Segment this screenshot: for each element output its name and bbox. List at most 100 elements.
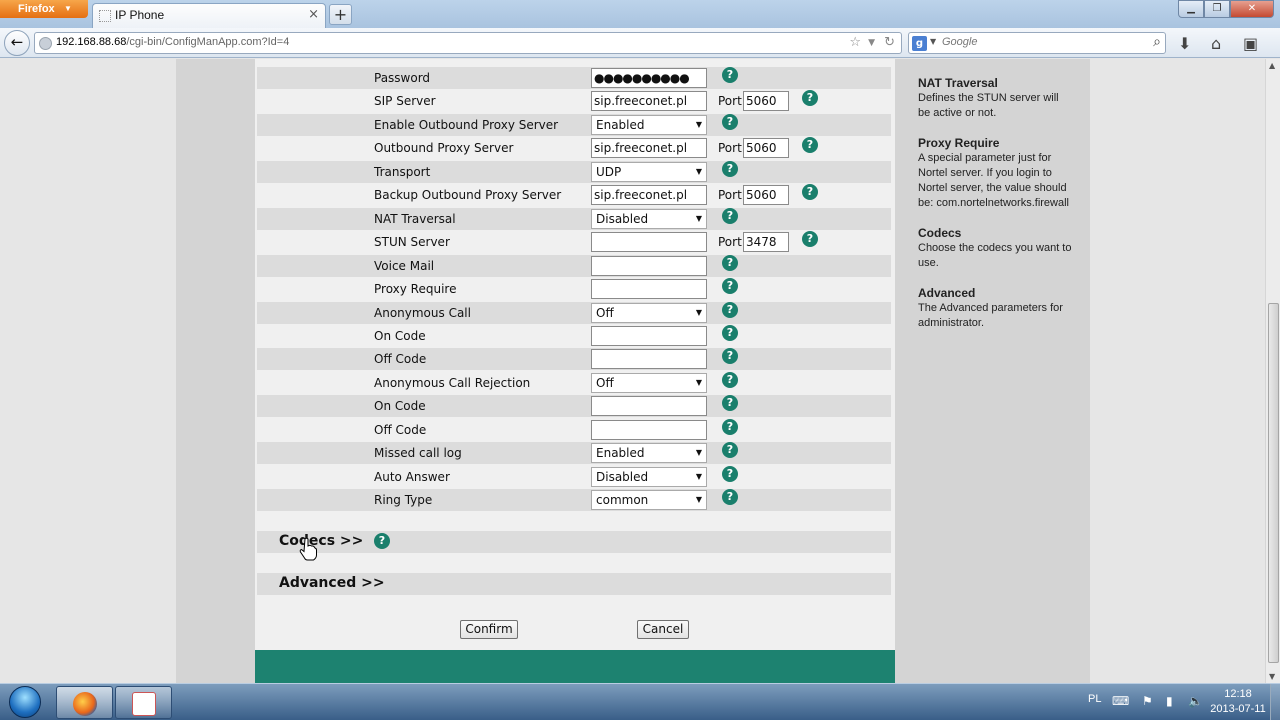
addon-icon[interactable]: ▣ [1243,34,1258,53]
ring-type-select[interactable]: common ▼ [591,490,707,510]
taskbar-firefox[interactable] [56,686,113,719]
field-label: Outbound Proxy Server [374,141,514,155]
enable-outbound-proxy-server-select[interactable]: Enabled ▼ [591,115,707,135]
help-question-icon[interactable]: ? [374,533,390,549]
proxy-require-input[interactable] [591,279,707,299]
stun-server-port-input[interactable]: 3478 [743,232,789,252]
help-question-icon[interactable]: ? [722,67,738,83]
form-row-nat-traversal: NAT Traversal Disabled ▼? [257,208,891,230]
reload-icon[interactable]: ↻ [884,35,895,50]
plus-icon: + [333,5,348,24]
system-clock[interactable]: 12:18 2013-07-11 [1208,687,1268,717]
help-question-icon[interactable]: ? [722,208,738,224]
clock-date: 2013-07-11 [1210,703,1266,715]
help-question-icon[interactable]: ? [802,137,818,153]
form-row-voice-mail: Voice Mail? [257,255,891,277]
keyboard-icon[interactable]: ⌨ [1112,694,1129,708]
scroll-thumb[interactable] [1268,303,1279,663]
form-row-on-code: On Code? [257,325,891,347]
codecs-section-header[interactable]: Codecs >> ? [257,531,891,553]
close-tab-icon[interactable]: × [308,7,319,22]
help-question-icon[interactable]: ? [802,231,818,247]
off-code-input[interactable] [591,349,707,369]
scroll-up-icon[interactable]: ▲ [1269,61,1275,70]
field-label: Missed call log [374,446,462,460]
hand-cursor-icon [299,537,317,561]
field-label: NAT Traversal [374,212,456,226]
missed-call-log-select[interactable]: Enabled ▼ [591,443,707,463]
firefox-menu-button[interactable]: Firefox ▼ [0,0,88,18]
page-scrollbar[interactable]: ▲ ▼ [1265,59,1280,683]
password-password-field[interactable]: ●●●●●●●●●● [591,68,707,88]
on-code-input[interactable] [591,396,707,416]
stun-server-input[interactable] [591,232,707,252]
confirm-button[interactable]: Confirm [460,620,518,639]
minimize-button[interactable]: ▁ [1178,0,1204,18]
transport-select[interactable]: UDP ▼ [591,162,707,182]
nat-traversal-select[interactable]: Disabled ▼ [591,209,707,229]
download-icon[interactable]: ⬇ [1178,34,1191,53]
outbound-proxy-server-input[interactable]: sip.freeconet.pl [591,138,707,158]
advanced-section-title[interactable]: Advanced >> [279,575,385,591]
start-button[interactable] [2,684,50,720]
search-icon[interactable]: ⌕ [1153,34,1161,50]
chevron-down-icon: ▼ [695,120,702,129]
on-code-input[interactable] [591,326,707,346]
scroll-down-icon[interactable]: ▼ [1269,672,1275,681]
close-window-button[interactable]: ✕ [1230,0,1274,18]
search-bar[interactable]: g ▼ Google ⌕ [908,32,1166,54]
anonymous-call-rejection-select[interactable]: Off ▼ [591,373,707,393]
google-engine-icon[interactable]: g [912,36,927,51]
help-item-text: Defines the STUN server will be active o… [918,92,1059,119]
help-question-icon[interactable]: ? [722,442,738,458]
backup-outbound-proxy-server-input[interactable]: sip.freeconet.pl [591,185,707,205]
url-text: 192.168.88.68/cgi-bin/ConfigManApp.com?I… [56,36,290,48]
history-dropdown-icon[interactable]: ▼ [868,38,875,48]
help-question-icon[interactable]: ? [722,419,738,435]
help-question-icon[interactable]: ? [722,302,738,318]
site-identity-icon[interactable] [39,37,52,50]
auto-answer-select[interactable]: Disabled ▼ [591,467,707,487]
volume-icon[interactable]: 🔈 [1188,694,1203,708]
engine-dropdown-icon[interactable]: ▼ [930,37,936,46]
help-question-icon[interactable]: ? [722,489,738,505]
help-question-icon[interactable]: ? [722,466,738,482]
field-label: Enable Outbound Proxy Server [374,118,559,132]
help-question-icon[interactable]: ? [722,348,738,364]
voice-mail-input[interactable] [591,256,707,276]
help-question-icon[interactable]: ? [722,325,738,341]
off-code-input[interactable] [591,420,707,440]
bookmark-star-icon[interactable]: ☆ [849,35,861,50]
address-bar[interactable]: 192.168.88.68/cgi-bin/ConfigManApp.com?I… [34,32,902,54]
new-tab-button[interactable]: + [329,4,352,25]
back-button[interactable]: ← [4,30,30,56]
show-desktop-button[interactable] [1270,684,1280,720]
anonymous-call-select[interactable]: Off ▼ [591,303,707,323]
help-question-icon[interactable]: ? [802,90,818,106]
help-question-icon[interactable]: ? [802,184,818,200]
firefox-menu-label: Firefox [18,3,55,15]
help-question-icon[interactable]: ? [722,372,738,388]
outbound-proxy-server-port-input[interactable]: 5060 [743,138,789,158]
language-indicator[interactable]: PL [1088,693,1101,705]
window-controls: ▁ ❐ ✕ [1178,0,1274,18]
tab-ip-phone[interactable]: IP Phone × [92,3,326,28]
codecs-section-title[interactable]: Codecs >> [279,533,363,549]
sip-server-input[interactable]: sip.freeconet.pl [591,91,707,111]
home-icon[interactable]: ⌂ [1211,34,1221,53]
form-row-anonymous-call-rejection: Anonymous Call Rejection Off ▼? [257,372,891,394]
flag-icon[interactable]: ⚑ [1142,694,1153,708]
battery-icon[interactable]: ▮ [1166,694,1173,708]
advanced-section-header[interactable]: Advanced >> [257,573,891,595]
help-question-icon[interactable]: ? [722,395,738,411]
help-question-icon[interactable]: ? [722,114,738,130]
chevron-down-icon: ▼ [695,378,702,387]
taskbar-recorder[interactable] [115,686,172,719]
help-question-icon[interactable]: ? [722,161,738,177]
maximize-button[interactable]: ❐ [1204,0,1230,18]
backup-outbound-proxy-server-port-input[interactable]: 5060 [743,185,789,205]
sip-server-port-input[interactable]: 5060 [743,91,789,111]
help-question-icon[interactable]: ? [722,255,738,271]
help-question-icon[interactable]: ? [722,278,738,294]
cancel-button[interactable]: Cancel [637,620,689,639]
